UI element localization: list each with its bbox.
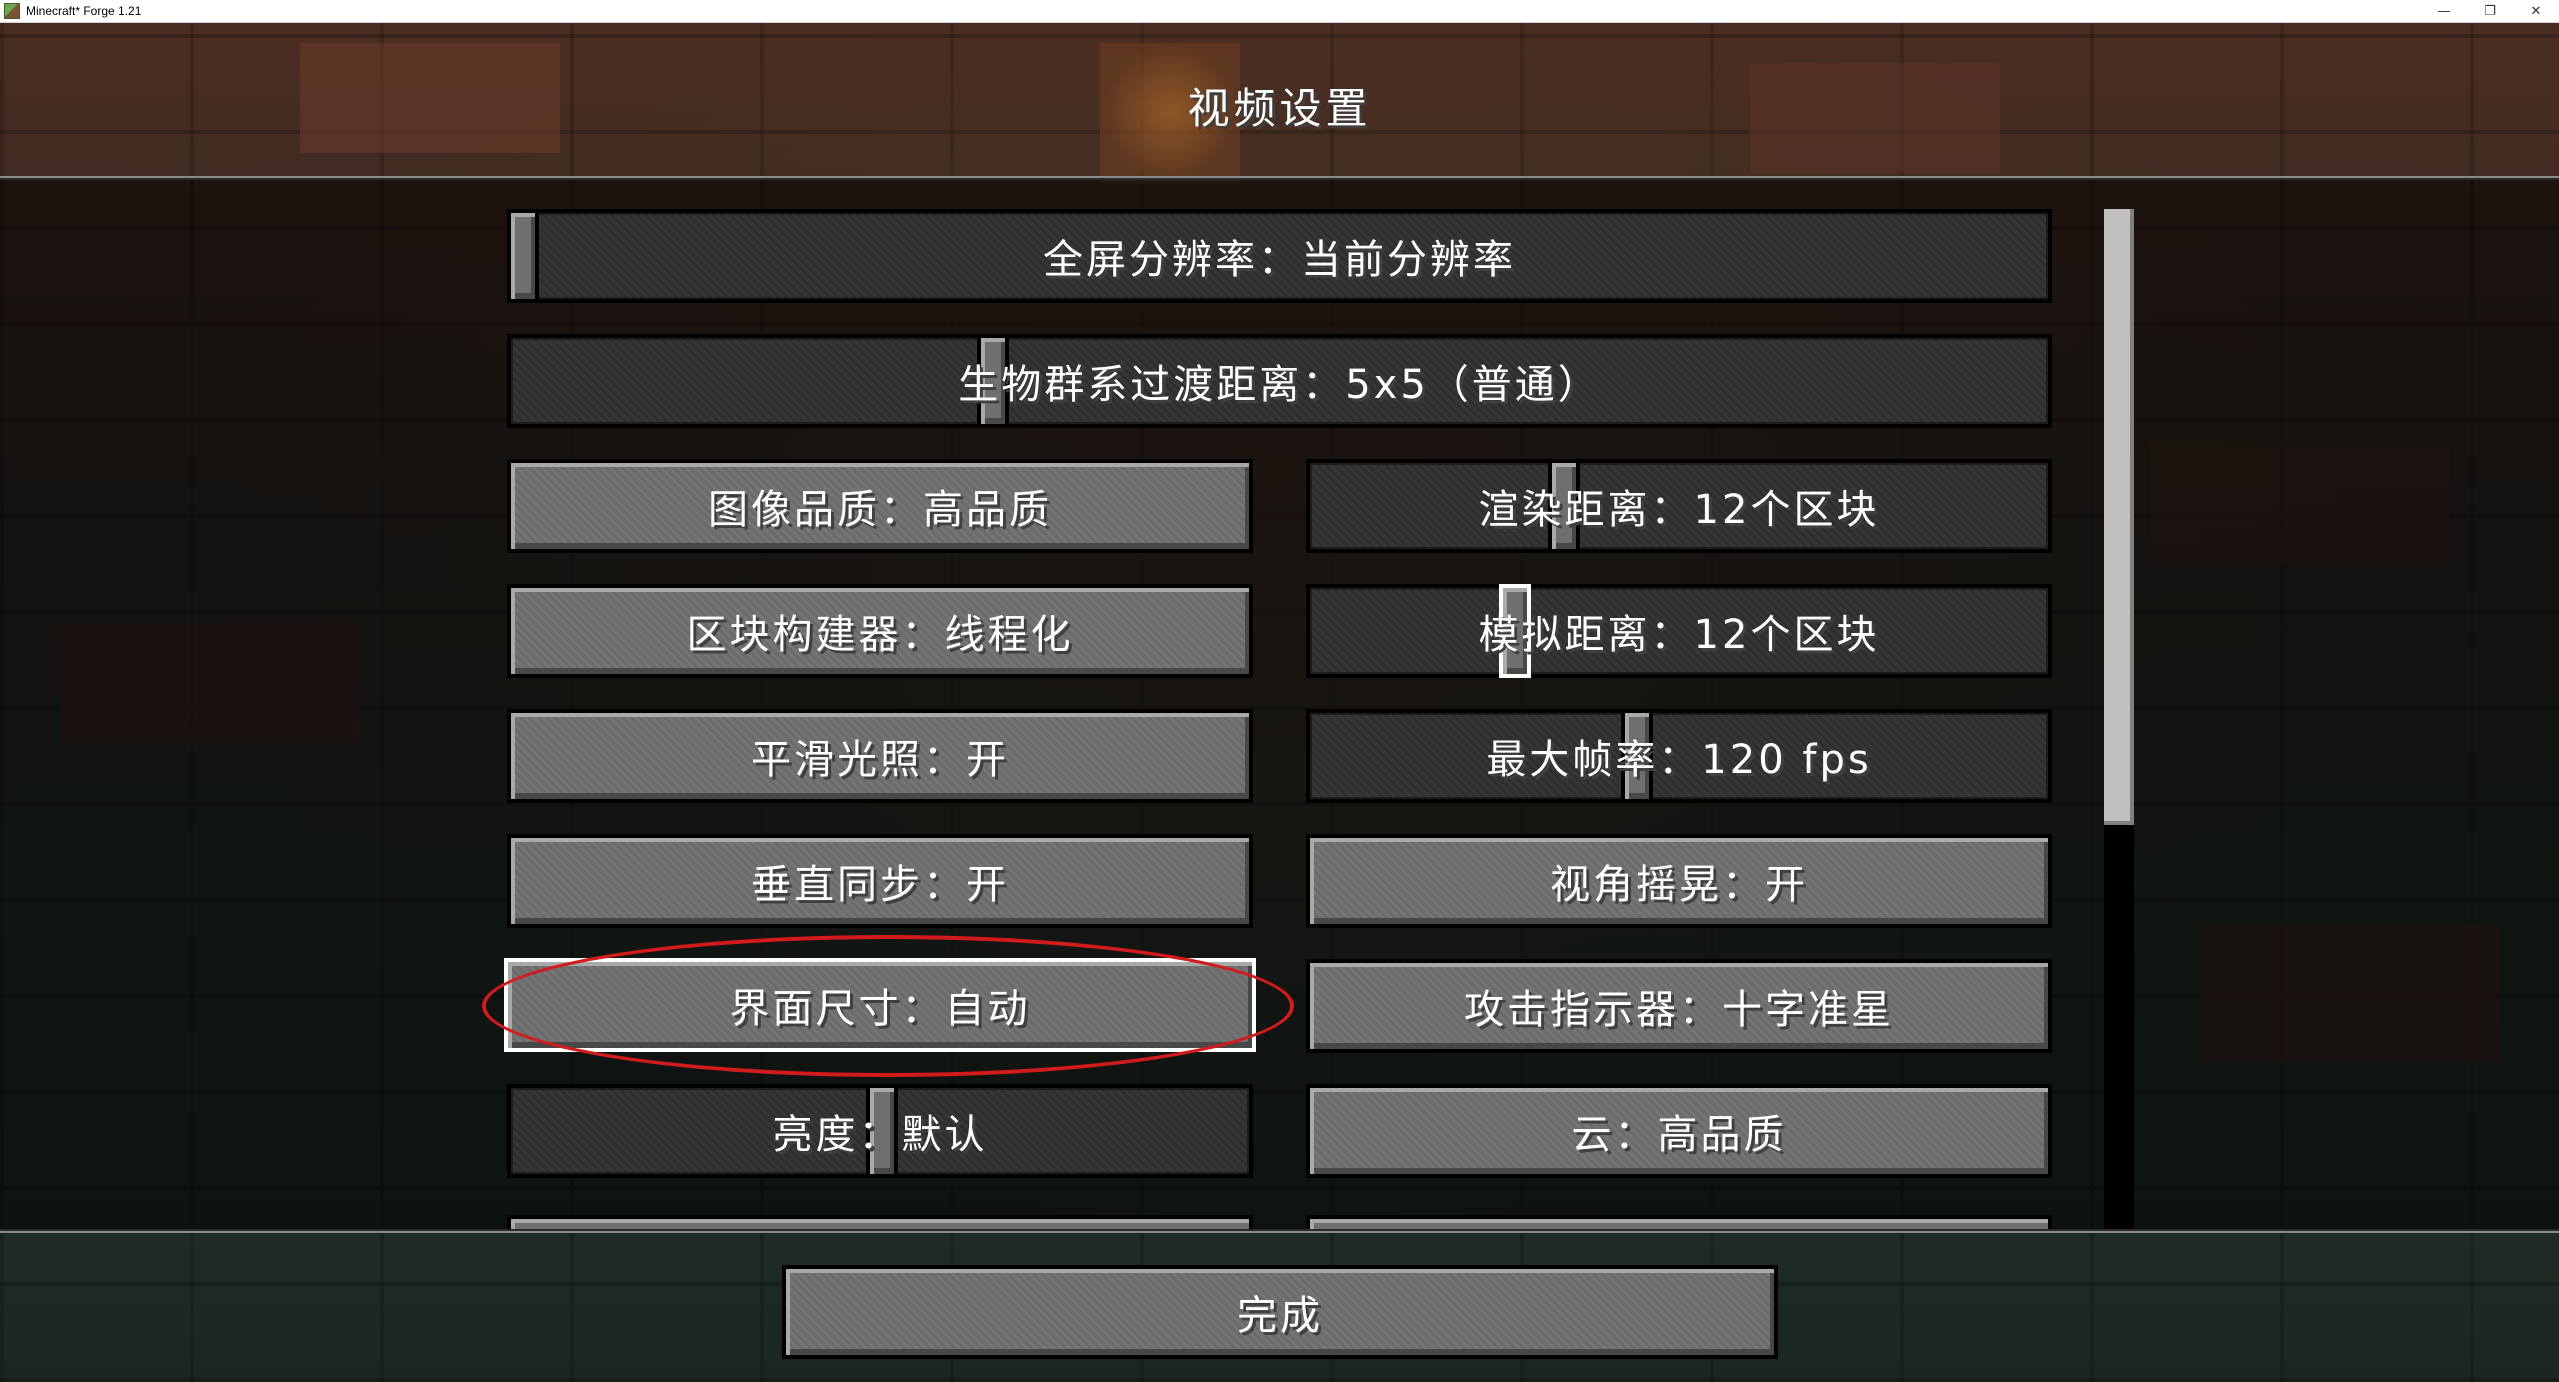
smooth-lighting-button[interactable]: 平滑光照：开 bbox=[507, 709, 1253, 803]
brightness-slider[interactable]: 亮度：默认 bbox=[507, 1084, 1253, 1178]
view-bobbing-button[interactable]: 视角摇晃：开 bbox=[1306, 834, 2052, 928]
slider-label: 渲染距离：12个区块 bbox=[1478, 487, 1880, 533]
window-titlebar: Minecraft* Forge 1.21 — ❐ ✕ bbox=[0, 0, 2559, 23]
gui-scale-button[interactable]: 界面尺寸：自动 bbox=[504, 958, 1256, 1052]
done-button[interactable]: 完成 bbox=[782, 1265, 1778, 1359]
minecraft-app-icon bbox=[4, 3, 20, 19]
close-icon[interactable]: ✕ bbox=[2513, 0, 2559, 22]
slider-label: 全屏分辨率：当前分辨率 bbox=[1043, 237, 1516, 283]
slider-handle[interactable] bbox=[507, 209, 539, 303]
window-title: Minecraft* Forge 1.21 bbox=[26, 4, 142, 18]
minimize-icon[interactable]: — bbox=[2421, 0, 2467, 22]
restore-icon[interactable]: ❐ bbox=[2467, 0, 2513, 22]
attack-indicator-button[interactable]: 攻击指示器：十字准星 bbox=[1306, 959, 2052, 1053]
slider-label: 亮度：默认 bbox=[772, 1112, 988, 1158]
chunk-builder-button[interactable]: 区块构建器：线程化 bbox=[507, 584, 1253, 678]
next-row-button-partial[interactable] bbox=[1306, 1215, 2052, 1229]
simulation-distance-slider[interactable]: 模拟距离：12个区块 bbox=[1306, 584, 2052, 678]
vsync-button[interactable]: 垂直同步：开 bbox=[507, 834, 1253, 928]
window-controls: — ❐ ✕ bbox=[2421, 0, 2559, 22]
graphics-button[interactable]: 图像品质：高品质 bbox=[507, 459, 1253, 553]
slider-label: 模拟距离：12个区块 bbox=[1478, 612, 1880, 658]
game-window: Minecraft* Forge 1.21 — ❐ ✕ 视频设置 全屏分辨率：当… bbox=[0, 0, 2559, 1382]
scrollbar-thumb[interactable] bbox=[2104, 209, 2134, 825]
clouds-button[interactable]: 云：高品质 bbox=[1306, 1084, 2052, 1178]
page-title: 视频设置 bbox=[1187, 84, 1372, 133]
max-framerate-slider[interactable]: 最大帧率：120 fps bbox=[1306, 709, 2052, 803]
footer-separator bbox=[0, 1229, 2559, 1233]
game-viewport: 视频设置 全屏分辨率：当前分辨率 生物群系过渡距离：5x5（普通） 图像品质：高… bbox=[0, 23, 2559, 1382]
render-distance-slider[interactable]: 渲染距离：12个区块 bbox=[1306, 459, 2052, 553]
fullscreen-resolution-slider[interactable]: 全屏分辨率：当前分辨率 bbox=[507, 209, 2052, 303]
slider-label: 生物群系过渡距离：5x5（普通） bbox=[958, 362, 1601, 408]
biome-blend-slider[interactable]: 生物群系过渡距离：5x5（普通） bbox=[507, 334, 2052, 428]
next-row-button-partial[interactable] bbox=[507, 1215, 1253, 1229]
slider-label: 最大帧率：120 fps bbox=[1486, 737, 1872, 783]
